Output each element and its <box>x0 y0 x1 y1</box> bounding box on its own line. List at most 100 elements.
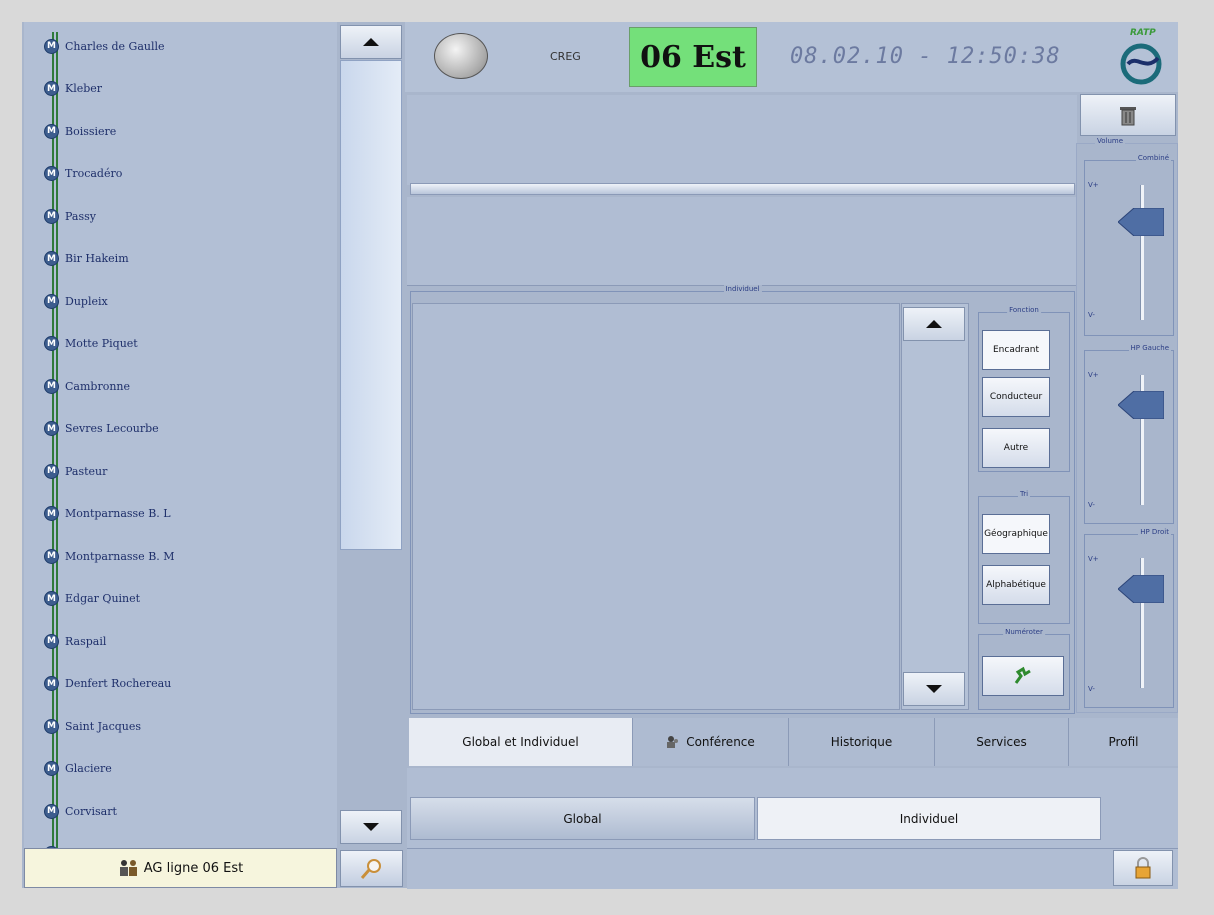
volume-hp-gauche-slider-thumb[interactable] <box>1118 391 1164 419</box>
search-button[interactable] <box>340 850 403 887</box>
numeroter-title: Numéroter <box>1003 628 1045 636</box>
station-item[interactable]: M Montparnasse B. M <box>44 546 175 566</box>
station-item[interactable]: M Glaciere <box>44 759 112 779</box>
station-item[interactable]: M Denfert Rochereau <box>44 674 171 694</box>
station-item[interactable]: M Edgar Quinet <box>44 589 140 609</box>
volume-minus-label: V- <box>1088 501 1095 509</box>
metro-icon: M <box>44 846 59 848</box>
volume-plus-label: V+ <box>1088 181 1099 189</box>
metro-icon: M <box>44 676 59 691</box>
metro-icon: M <box>44 761 59 776</box>
station-list[interactable]: M Charles de Gaulle M Kleber M Boissiere M Troc… <box>24 22 337 848</box>
station-item[interactable]: M Saint Jacques <box>44 716 141 736</box>
metro-icon: M <box>44 421 59 436</box>
volume-hp-droit-slider-thumb[interactable] <box>1118 575 1164 603</box>
volume-minus-label: V- <box>1088 685 1095 693</box>
station-item[interactable]: M Dupleix <box>44 291 108 311</box>
autre-button[interactable]: Autre <box>982 428 1050 468</box>
station-item[interactable]: M Sevres Lecourbe <box>44 419 159 439</box>
station-name: Kleber <box>65 82 103 95</box>
metro-icon: M <box>44 166 59 181</box>
metro-icon: M <box>44 633 59 649</box>
station-name: Cambronne <box>65 379 131 393</box>
station-name: Boissiere <box>65 124 117 138</box>
individuel-title: Individuel <box>723 285 762 293</box>
station-name: Pasteur <box>65 464 108 478</box>
station-item[interactable]: M Pasteur <box>44 461 107 481</box>
metro-icon: M <box>44 293 59 309</box>
alphabetique-button[interactable]: Alphabétique <box>982 565 1050 605</box>
station-name: Sevres Lecourbe <box>65 422 159 435</box>
station-name: Trocadéro <box>65 167 123 180</box>
message-panel <box>407 95 1077 185</box>
scrollbar-thumb[interactable] <box>340 60 402 550</box>
encadrant-button[interactable]: Encadrant <box>982 330 1050 370</box>
scroll-down-button[interactable] <box>340 810 402 844</box>
station-name: Montparnasse B. L <box>65 507 171 520</box>
lock-icon <box>1135 857 1151 879</box>
station-name: Motte Piquet <box>65 337 138 350</box>
metro-icon: M <box>44 336 59 351</box>
bottom-status-bar <box>407 848 1178 889</box>
group-call-label: AG ligne 06 Est <box>143 860 244 876</box>
metro-icon: M <box>44 506 59 521</box>
station-item[interactable]: M Motte Piquet <box>44 334 138 354</box>
secondary-panel <box>407 197 1077 286</box>
tab-conference[interactable]: Conférence <box>633 718 789 766</box>
station-name: Charles de Gaulle <box>65 39 165 53</box>
panel-splitter[interactable] <box>410 183 1075 195</box>
trash-button[interactable] <box>1080 94 1176 136</box>
station-item[interactable]: M Boissiere <box>44 121 116 141</box>
subtab-global[interactable]: Global <box>410 797 755 840</box>
metro-icon: M <box>44 718 59 734</box>
volume-hp-droit-group: HP Droit V+ V- <box>1084 528 1174 708</box>
date-time-display: 08.02.10 - 12:50:38 <box>790 44 1061 69</box>
individual-list[interactable] <box>412 303 900 710</box>
geographique-button[interactable]: Géographique <box>982 514 1050 554</box>
individual-scroll-up-button[interactable] <box>903 307 965 341</box>
arrow-down-icon <box>926 685 942 693</box>
volume-combine-slider-track[interactable] <box>1140 185 1144 320</box>
metro-icon: M <box>44 803 59 819</box>
scroll-up-button[interactable] <box>340 25 402 59</box>
status-indicator-button[interactable] <box>434 33 488 79</box>
station-item[interactable]: M Corvisart <box>44 801 117 821</box>
station-item[interactable]: M Raspail <box>44 631 106 651</box>
station-name: Dupleix <box>65 294 108 308</box>
tab-historique[interactable]: Historique <box>789 718 935 766</box>
people-icon <box>119 860 137 876</box>
tab-services[interactable]: Services <box>935 718 1069 766</box>
tab-global-individuel[interactable]: Global et Individuel <box>409 718 633 766</box>
metro-icon: M <box>44 463 59 479</box>
individual-scroll-down-button[interactable] <box>903 672 965 706</box>
lock-button[interactable] <box>1113 850 1173 886</box>
tab-conference-label: Conférence <box>686 735 755 749</box>
station-name: Corvisart <box>65 804 117 818</box>
station-item[interactable]: M Passy <box>44 206 96 226</box>
fonction-title: Fonction <box>1007 306 1041 314</box>
tab-profil[interactable]: Profil <box>1069 718 1178 766</box>
subtab-individuel[interactable]: Individuel <box>757 797 1101 840</box>
logo-text: RATP <box>1130 28 1156 38</box>
volume-hp-droit-title: HP Droit <box>1138 528 1171 536</box>
volume-combine-slider-thumb[interactable] <box>1118 208 1164 236</box>
ratp-logo: RATP <box>1108 24 1174 90</box>
metro-icon: M <box>44 548 59 564</box>
metro-icon: M <box>44 123 59 139</box>
line-indicator: 06 Est <box>629 27 757 87</box>
station-list-scrollbar[interactable] <box>337 22 405 848</box>
dial-button[interactable] <box>982 656 1064 696</box>
station-item[interactable]: M Kleber <box>44 79 102 99</box>
individual-list-scrollbar[interactable] <box>901 303 969 710</box>
station-item[interactable]: M Charles de Gaulle <box>44 36 165 56</box>
volume-title: Volume <box>1095 137 1126 145</box>
conducteur-button[interactable]: Conducteur <box>982 377 1050 417</box>
group-call-button[interactable]: AG ligne 06 Est <box>24 848 337 888</box>
volume-hp-gauche-group: HP Gauche V+ V- <box>1084 344 1174 524</box>
station-item[interactable]: M Montparnasse B. L <box>44 504 171 524</box>
volume-combine-title: Combiné <box>1135 154 1171 162</box>
station-item[interactable]: M Trocadéro <box>44 164 122 184</box>
station-item[interactable]: M Bir Hakeim <box>44 249 129 269</box>
metro-icon: M <box>44 38 59 54</box>
station-item[interactable]: M Cambronne <box>44 376 130 396</box>
